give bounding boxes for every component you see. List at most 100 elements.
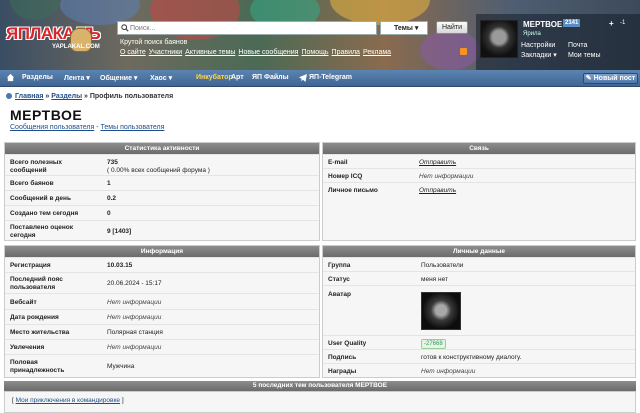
mail-link[interactable]: Почта — [568, 41, 615, 51]
row-value: Нет информации — [107, 299, 162, 306]
breadcrumb-sections[interactable]: Разделы — [51, 93, 82, 100]
row-key: Последний пояс пользователя — [10, 276, 63, 291]
row-key: Увлечения — [10, 344, 45, 351]
top-link-ads[interactable]: Реклама — [363, 49, 391, 56]
contact-panel: Связь E-mail Отправить Номер ICQ Нет инф… — [322, 142, 636, 241]
personal-title: Личные данные — [323, 246, 635, 257]
table-row: Дата рождения Нет информации — [5, 309, 319, 324]
row-key: Поставлено оценок сегодня — [10, 224, 73, 239]
activity-panel: Статистика активности Всего полезных соо… — [4, 142, 320, 241]
email-send-link[interactable]: Отправить — [419, 159, 456, 167]
my-topics-link[interactable]: Мои темы — [568, 51, 615, 61]
info-title: Информация — [5, 246, 319, 257]
user-role: Ярила — [523, 31, 541, 37]
row-key: Регистрация — [10, 262, 51, 269]
top-link-help[interactable]: Помощь — [301, 49, 328, 56]
row-key: Место жительства — [10, 329, 70, 336]
top-link-rules[interactable]: Правила — [332, 49, 360, 56]
settings-link[interactable]: Настройки — [521, 41, 568, 51]
recent-topic-link[interactable]: Мои приключения в командировке — [16, 397, 120, 404]
row-key: Создано тем сегодня — [10, 210, 79, 217]
table-row: Регистрация 10.03.15 — [5, 257, 319, 272]
rss-icon[interactable] — [460, 48, 467, 55]
table-row: E-mail Отправить — [323, 154, 635, 168]
nav-telegram[interactable]: ЯП-Telegram — [309, 74, 352, 81]
row-value: Нет информации — [107, 314, 162, 321]
user-topics-link[interactable]: Темы пользователя — [101, 124, 165, 131]
row-key: Дата рождения — [10, 314, 59, 321]
nav-art[interactable]: Арт — [231, 74, 244, 81]
row-key: User Quality — [328, 340, 367, 347]
search-input[interactable] — [130, 23, 330, 34]
user-karma: -1 — [620, 20, 626, 26]
list-item: [ Мои приключения в командировке ] — [12, 397, 124, 404]
plus-icon[interactable]: + — [609, 19, 614, 28]
telegram-icon — [299, 74, 307, 82]
row-key: Подпись — [328, 354, 357, 361]
bookmarks-link[interactable]: Закладки ▾ — [521, 51, 568, 61]
user-post-count: 2141 — [563, 19, 581, 27]
table-row: Половая принадлежность Мужчина — [5, 354, 319, 378]
table-row: Место жительства Полярная станция — [5, 324, 319, 339]
contact-title: Связь — [323, 143, 635, 154]
nav-files[interactable]: ЯП Файлы — [252, 74, 289, 81]
tagline: Крутой поиск баянов — [120, 39, 188, 46]
row-key: Номер ICQ — [328, 173, 363, 180]
row-value: Полярная станция — [107, 329, 163, 336]
user-posts-link[interactable]: Сообщения пользователя — [10, 124, 94, 131]
user-links: Настройки Почта Закладки ▾ Мои темы — [521, 41, 615, 61]
bracket-right: ] — [121, 397, 124, 404]
top-link-active[interactable]: Активные темы — [185, 49, 235, 56]
row-value: 9 [1403] — [107, 228, 132, 235]
row-value: Нет информации — [421, 368, 476, 375]
home-icon[interactable] — [6, 73, 15, 82]
new-post-label: Новый пост — [593, 75, 636, 82]
breadcrumb: Главная » Разделы » Профиль пользователя — [6, 93, 173, 100]
user-avatar[interactable] — [480, 20, 518, 58]
row-value: Нет информации — [419, 173, 474, 180]
row-key: Всего баянов — [10, 180, 54, 187]
logo-domain: YAPLAKAL.COM — [52, 44, 100, 50]
breadcrumb-home[interactable]: Главная — [15, 93, 43, 100]
nav-incubator[interactable]: Инкубатор — [196, 74, 233, 81]
find-button[interactable]: Найти — [436, 21, 468, 34]
table-row: Статус меня нет — [323, 271, 635, 285]
table-row: Всего полезных сообщений 735 ( 0.00% все… — [5, 154, 319, 175]
activity-title: Статистика активности — [5, 143, 319, 154]
top-link-members[interactable]: Участники — [149, 49, 182, 56]
info-panel: Информация Регистрация 10.03.15 Последни… — [4, 245, 320, 378]
user-quality-badge: -27668 — [421, 339, 446, 349]
row-value: Мужчина — [107, 363, 135, 370]
row-key: Аватар — [328, 291, 351, 298]
table-row: Сообщений в день 0.2 — [5, 190, 319, 205]
table-row: Номер ICQ Нет информации — [323, 168, 635, 182]
row-value: 20.06.2024 - 15:17 — [107, 280, 162, 287]
row-value: 1 — [107, 180, 111, 187]
top-link-new[interactable]: Новые сообщения — [238, 49, 298, 56]
table-row: Увлечения Нет информации — [5, 339, 319, 354]
personal-panel: Личные данные Группа Пользователи Статус… — [322, 245, 636, 378]
table-row: Аватар — [323, 285, 635, 335]
table-row: Поставлено оценок сегодня 9 [1403] — [5, 220, 319, 241]
new-post-button[interactable]: ✎ Новый пост — [583, 73, 638, 84]
row-key: Группа — [328, 262, 351, 269]
row-key: Статус — [328, 276, 350, 283]
profile-avatar — [421, 292, 461, 330]
search-scope-select[interactable]: Темы ▾ — [380, 21, 428, 35]
breadcrumb-icon — [6, 93, 12, 99]
row-value: 10.03.15 — [107, 262, 133, 269]
user-name[interactable]: МЕРТВОЕ — [523, 20, 562, 29]
recent-topics-title: 5 последних тем пользователя МЕРТВОЕ — [4, 381, 636, 391]
nav-feed[interactable]: Лента ▾ — [64, 74, 90, 82]
nav-sections[interactable]: Разделы — [22, 74, 53, 81]
top-link-about[interactable]: О сайте — [120, 49, 146, 56]
table-row: Последний пояс пользователя 20.06.2024 -… — [5, 272, 319, 293]
nav-talk[interactable]: Общение ▾ — [100, 74, 137, 82]
row-key: Вебсайт — [10, 299, 37, 306]
nav-chaos[interactable]: Хаос ▾ — [150, 74, 172, 82]
pm-send-link[interactable]: Отправить — [419, 187, 456, 195]
recent-topics-list: [ Мои приключения в командировке ] — [4, 391, 636, 413]
site-logo[interactable]: ЯПЛАКАЛЪ YAPLAKAL.COM — [6, 22, 110, 62]
row-key: Всего полезных сообщений — [10, 159, 63, 174]
table-row: Всего баянов 1 — [5, 175, 319, 190]
